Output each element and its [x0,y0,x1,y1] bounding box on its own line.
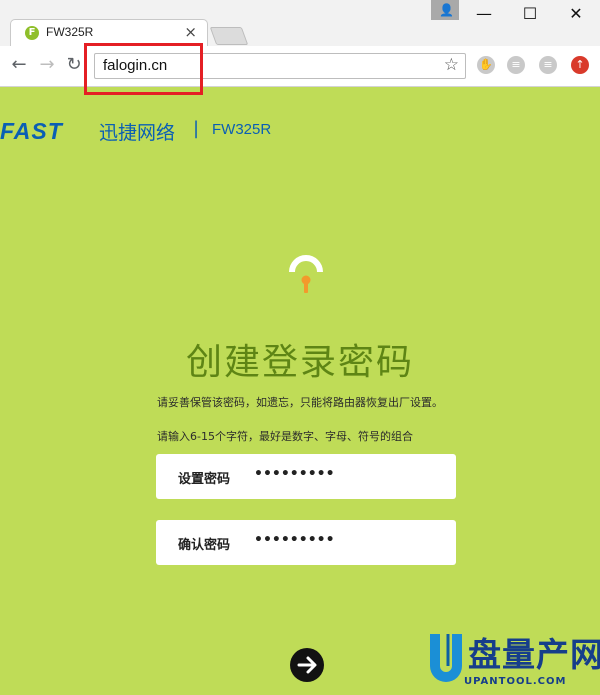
browser-titlebar: F FW325R × 👤 — ☐ ✕ [0,0,600,46]
arrow-right-icon [297,656,317,674]
watermark-url: UPANTOOL.COM [464,676,567,687]
reload-button[interactable]: ↻ [63,54,85,76]
close-window-button[interactable]: ✕ [561,4,591,24]
router-model: FW325R [212,121,272,138]
fast-favicon-icon: F [25,26,39,40]
update-icon[interactable]: ↑ [571,56,589,74]
lock-icon [289,255,323,293]
confirm-password-input[interactable]: ••••••••• [254,532,434,548]
back-button[interactable]: ← [8,54,30,76]
page-title: 创建登录密码 [185,342,414,383]
bookmark-star-icon[interactable]: ☆ [444,55,459,75]
minimize-button[interactable]: — [469,4,499,24]
maximize-button[interactable]: ☐ [515,4,545,24]
brand-separator: | [193,118,200,139]
extension-icon[interactable]: ✋ [477,56,495,74]
watermark-text: 盘量产网 [468,635,600,674]
extension-icon[interactable]: ≡ [507,56,525,74]
brand-name: 迅捷网络 [99,122,176,144]
profile-button[interactable]: 👤 [431,0,459,20]
field-label: 确认密码 [178,538,231,553]
next-button[interactable] [290,648,324,682]
extension-icon[interactable]: ≡ [539,56,557,74]
field-label: 设置密码 [178,472,231,487]
tab-title: FW325R [46,25,94,39]
u-disk-logo-icon [430,634,462,682]
new-tab-button[interactable] [209,27,249,45]
set-password-field[interactable]: 设置密码 ••••••••• [156,454,456,499]
forward-button[interactable]: → [36,54,58,76]
tab-close-icon[interactable]: × [184,23,197,41]
person-icon: 👤 [439,3,454,17]
password-warning: 请妥善保管该密码，如遗忘，只能将路由器恢复出厂设置。 [157,396,443,409]
password-hint: 请输入6-15个字符，最好是数字、字母、符号的组合 [157,430,413,443]
fast-logo: FAST [0,118,63,144]
confirm-password-field[interactable]: 确认密码 ••••••••• [156,520,456,565]
url-highlight-box [84,43,203,95]
set-password-input[interactable]: ••••••••• [254,466,434,482]
browser-tab[interactable]: F FW325R × [10,19,208,46]
watermark: 盘量产网 UPANTOOL.COM [424,628,600,695]
